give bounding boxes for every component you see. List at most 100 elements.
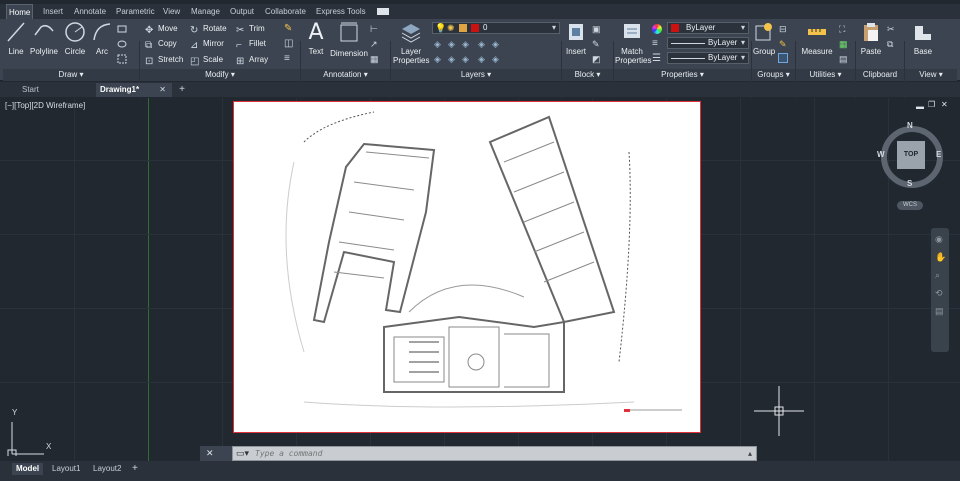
block-panel-title[interactable]: Block ▾ [562,69,613,81]
command-history-icon[interactable]: ▭▾ [236,448,249,459]
layer-tool-icon[interactable]: ◈ [478,39,488,49]
clipboard-panel-title[interactable]: Clipboard [856,69,904,81]
annotation-panel-title[interactable]: Annotation ▾ [301,69,390,81]
match-properties-button[interactable]: Match Properties [615,21,651,65]
fillet-button[interactable]: ⌐ Fillet [236,37,266,51]
layers-panel-title[interactable]: Layers ▾ [391,69,561,81]
steering-wheel-icon[interactable]: ◉ [935,234,945,244]
cut-icon[interactable]: ✂ [887,24,897,34]
create-block-icon[interactable]: ▣ [592,24,602,34]
group-edit-icon[interactable]: ✎ [779,39,789,49]
calculator-icon[interactable]: ▦ [839,39,849,49]
compass-west[interactable]: W [877,150,885,159]
color-dropdown[interactable]: ByLayer ▾ [667,22,749,34]
new-tab-icon[interactable]: + [176,84,188,96]
add-layout-icon[interactable]: + [132,463,138,475]
trim-button[interactable]: ✂ Trim [236,22,265,36]
compass-east[interactable]: E [936,150,941,159]
layer-tool-icon[interactable]: ◈ [434,39,444,49]
minimize-icon[interactable]: ▬ [916,102,924,111]
tab-parametric[interactable]: Parametric [114,4,157,19]
insert-button[interactable]: Insert [564,21,588,56]
layer-properties-button[interactable]: Layer Properties [393,21,429,65]
polyline-button[interactable]: Polyline [29,21,59,56]
block-attributes-icon[interactable]: ◩ [592,54,602,64]
layer-tool-icon[interactable]: ◈ [448,54,458,64]
chevron-down-icon[interactable]: ▴ [748,447,752,460]
restore-icon[interactable]: ❐ [928,100,935,109]
tab-home[interactable]: Home [6,4,34,19]
properties-panel-title[interactable]: Properties ▾ [614,69,751,81]
layer-tool-icon[interactable]: ◈ [462,39,472,49]
explode-icon[interactable]: ◫ [284,39,294,49]
tab-layout1[interactable]: Layout1 [48,463,84,475]
measure-button[interactable]: Measure [800,21,834,56]
layer-tool-icon[interactable]: ◈ [434,54,444,64]
copy-button[interactable]: ⧉ Copy [145,37,177,51]
tab-insert[interactable]: Insert [41,4,65,19]
ungroup-icon[interactable]: ⊟ [779,24,789,34]
groups-panel-title[interactable]: Groups ▾ [752,69,795,81]
stretch-button[interactable]: ⊡ Stretch [145,53,183,67]
utilities-panel-title[interactable]: Utilities ▾ [796,69,855,81]
view-panel-title[interactable]: View ▾ [905,69,957,81]
arc-button[interactable]: Arc [91,21,113,56]
group-select-icon[interactable] [778,53,788,63]
layer-tool-icon[interactable]: ◈ [478,54,488,64]
tab-options-icon[interactable] [377,8,389,15]
tab-start[interactable]: Start [0,83,94,97]
compass-south[interactable]: S [907,179,912,188]
tab-view[interactable]: View [161,4,182,19]
array-button[interactable]: ⊞ Array [236,53,268,67]
wcs-menu[interactable]: WCS [897,201,923,210]
tab-model[interactable]: Model [12,463,44,475]
layer-tool-icon[interactable]: ◈ [448,39,458,49]
drawing-viewport[interactable]: [−][Top][2D Wireframe] TOP N S E W WCS ▬… [0,98,960,461]
command-input[interactable] [255,447,735,460]
table-icon[interactable]: ▦ [370,54,380,64]
tab-collaborate[interactable]: Collaborate [263,4,308,19]
edit-block-icon[interactable]: ✎ [592,39,602,49]
zoom-icon[interactable]: ⌕ [935,270,945,280]
scale-button[interactable]: ◰ Scale [190,53,223,67]
tab-drawing1[interactable]: Drawing1* ✕ [96,83,172,97]
orbit-icon[interactable]: ⟲ [935,288,945,298]
compass-north[interactable]: N [907,121,913,130]
tab-manage[interactable]: Manage [189,4,222,19]
draw-panel-title[interactable]: Draw ▾ [3,69,139,81]
id-point-icon[interactable]: ▤ [839,54,849,64]
close-icon[interactable]: ✕ [206,448,214,458]
quick-select-icon[interactable]: ⛶ [839,24,849,34]
layer-tool-icon[interactable]: ◈ [492,54,502,64]
erase-icon[interactable]: ✎ [284,24,294,34]
hatch-icon[interactable] [117,39,127,49]
pan-icon[interactable]: ✋ [935,252,946,262]
mirror-button[interactable]: ⊿ Mirror [190,37,224,51]
command-line[interactable]: ▭▾ ▴ [232,446,757,461]
paste-button[interactable]: Paste [858,21,884,56]
move-button[interactable]: ✥ Move [145,22,178,36]
layer-tool-icon[interactable]: ◈ [462,54,472,64]
circle-button[interactable]: Circle [62,21,88,56]
tab-annotate[interactable]: Annotate [72,4,108,19]
linetype-dropdown[interactable]: ByLayer ▾ [667,52,749,64]
dimension-button[interactable]: Dimension [330,21,368,58]
boundary-icon[interactable] [117,54,127,64]
tab-express-tools[interactable]: Express Tools [314,4,368,19]
text-button[interactable]: A Text [305,21,327,57]
rotate-button[interactable]: ↻ Rotate [190,22,227,36]
tab-output[interactable]: Output [228,4,256,19]
close-icon[interactable]: ✕ [159,83,166,97]
modify-panel-title[interactable]: Modify ▾ [140,69,300,81]
offset-icon[interactable]: ≡ [284,54,294,64]
base-button[interactable]: Base [909,21,937,56]
layer-tool-icon[interactable]: ◈ [492,39,502,49]
leader-icon[interactable]: ↗ [370,39,380,49]
viewport-controls-label[interactable]: [−][Top][2D Wireframe] [5,101,85,110]
viewcube-top[interactable]: TOP [897,141,925,169]
group-button[interactable]: Group [753,21,775,56]
close-icon[interactable]: ✕ [941,100,948,109]
lineweight-dropdown[interactable]: ByLayer ▾ [667,37,749,49]
copy-clip-icon[interactable]: ⧉ [887,39,897,49]
tab-layout2[interactable]: Layout2 [89,463,125,475]
